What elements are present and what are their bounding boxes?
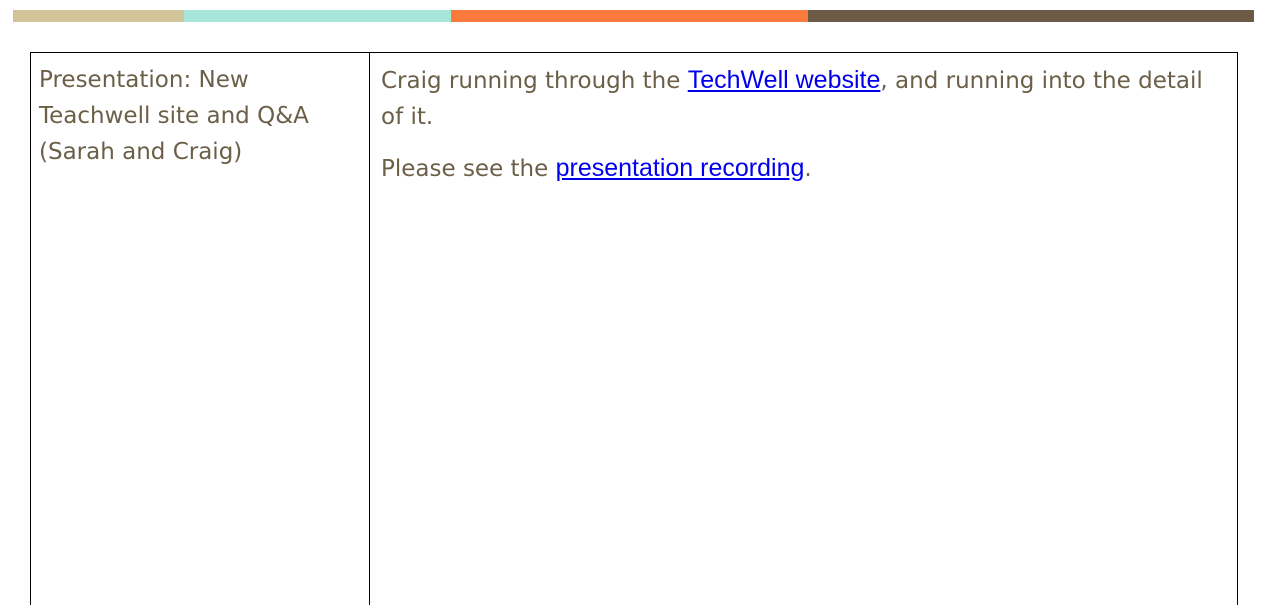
notes-paragraph-1: Craig running through the TechWell websi…	[381, 62, 1223, 135]
presentation-recording-link[interactable]: presentation recording	[556, 154, 805, 182]
color-band-segment-1	[13, 10, 184, 22]
techwell-website-link[interactable]: TechWell website	[688, 66, 881, 94]
notes-text-1a: Craig running through the	[381, 68, 688, 94]
color-band-segment-4	[808, 10, 1254, 22]
topic-cell: Presentation: New Teachwell site and Q&A…	[31, 53, 370, 605]
meeting-notes-table: Presentation: New Teachwell site and Q&A…	[30, 52, 1238, 605]
color-band-segment-2	[184, 10, 451, 22]
topic-text: Presentation: New Teachwell site and Q&A…	[39, 67, 309, 165]
notes-text-2b: .	[804, 156, 812, 182]
notes-cell: Craig running through the TechWell websi…	[370, 53, 1237, 605]
notes-text-2a: Please see the	[381, 156, 556, 182]
color-band-segment-3	[451, 10, 808, 22]
notes-paragraph-2: Please see the presentation recording.	[381, 150, 1223, 187]
header-color-band	[13, 10, 1254, 22]
